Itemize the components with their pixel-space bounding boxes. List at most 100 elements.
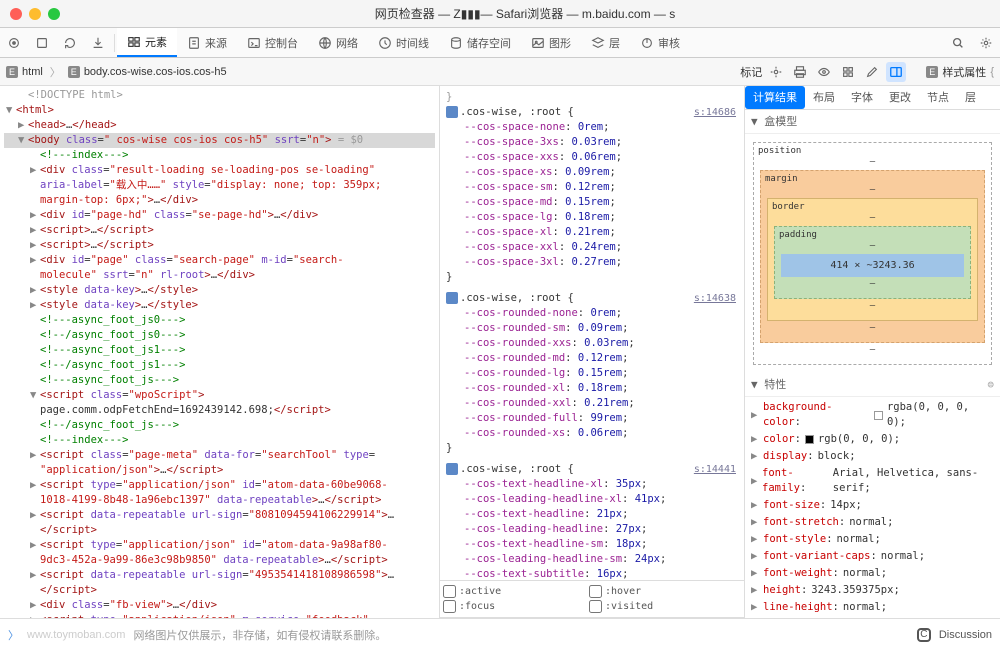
computed-prop-row[interactable]: ▶color rgb(0, 0, 0); <box>751 431 994 448</box>
source-link[interactable]: s:14441 <box>694 462 736 477</box>
console-prompt-icon[interactable]: 〉 <box>8 627 19 643</box>
dom-line[interactable]: <!---async_foot_js0---> <box>4 313 435 328</box>
edit-icon[interactable] <box>862 62 882 82</box>
computed-tabs: 计算结果 布局 字体 更改 节点 层 <box>745 86 1000 110</box>
crumb-html[interactable]: html <box>22 66 43 78</box>
css-rule[interactable]: .cos-wise, :root { s:14638--cos-rounded-… <box>446 291 738 456</box>
computed-prop-row[interactable]: ▶font-style normal; <box>751 531 994 548</box>
dom-line[interactable]: ▶<script type="application/json" id="ato… <box>4 538 435 553</box>
dom-line[interactable]: </script> <box>4 523 435 538</box>
tab-storage[interactable]: 储存空间 <box>439 28 521 57</box>
dom-line[interactable]: ▶<div class="fb-view">…</div> <box>4 598 435 613</box>
print-icon[interactable] <box>790 62 810 82</box>
dom-line[interactable]: page.comm.odpFetchEnd=1692439142.698;</s… <box>4 403 435 418</box>
computed-prop-row[interactable]: ▶font-weight normal; <box>751 565 994 582</box>
close-window-icon[interactable] <box>10 8 22 20</box>
dom-line[interactable]: ▶<div class="result-loading se-loading-p… <box>4 163 435 178</box>
source-link[interactable]: s:14686 <box>694 105 736 120</box>
dom-line[interactable]: <!--/async_foot_js0---> <box>4 328 435 343</box>
tab-audit[interactable]: 审核 <box>630 28 690 57</box>
dom-line[interactable]: <!---index---> <box>4 148 435 163</box>
download-icon[interactable] <box>84 30 112 56</box>
element-badge: E <box>68 66 80 78</box>
settings-gear-icon[interactable] <box>972 30 1000 56</box>
tab-changes[interactable]: 更改 <box>881 86 919 109</box>
dom-line[interactable]: "application/json">…</script> <box>4 463 435 478</box>
pseudo-hover[interactable]: :hover <box>589 584 735 599</box>
dom-line[interactable]: ▶<div id="page" class="search-page" m-id… <box>4 253 435 268</box>
search-icon[interactable] <box>944 30 972 56</box>
grid-icon[interactable] <box>838 62 858 82</box>
computed-prop-row[interactable]: ▶line-height normal; <box>751 599 994 616</box>
dom-line[interactable]: ▶<script data-repeatable url-sign="49535… <box>4 568 435 583</box>
tab-computed[interactable]: 计算结果 <box>745 86 805 109</box>
tab-node[interactable]: 节点 <box>919 86 957 109</box>
discussion-icon[interactable]: C <box>917 628 931 642</box>
pseudo-visited[interactable]: :visited <box>589 599 735 614</box>
dom-line[interactable]: ▼<body class=" cos-wise cos-ios cos-h5" … <box>4 133 435 148</box>
tab-graphics[interactable]: 图形 <box>521 28 581 57</box>
dom-line[interactable]: <!--/async_foot_js1---> <box>4 358 435 373</box>
tab-timeline[interactable]: 时间线 <box>368 28 439 57</box>
css-rule[interactable]: .cos-wise, :root { s:14686--cos-space-no… <box>446 105 738 285</box>
box-model[interactable]: position – margin – border – padding – 4… <box>745 134 1000 373</box>
computed-prop-row[interactable]: ▶display block; <box>751 448 994 465</box>
crumb-body[interactable]: body.cos-wise.cos-ios.cos-h5 <box>84 66 227 78</box>
dom-tree-panel[interactable]: <!DOCTYPE html>▼<html>▶<head>…</head>▼<b… <box>0 86 440 644</box>
computed-prop-row[interactable]: ▶height 3243.359375px; <box>751 582 994 599</box>
dom-line[interactable]: ▼<html> <box>4 103 435 118</box>
tab-layer[interactable]: 层 <box>957 86 984 109</box>
maximize-window-icon[interactable] <box>48 8 60 20</box>
device-icon[interactable] <box>28 30 56 56</box>
dom-line[interactable]: ▶<style data-key>…</style> <box>4 298 435 313</box>
reload-icon[interactable] <box>56 30 84 56</box>
computed-prop-row[interactable]: ▶font-stretch normal; <box>751 514 994 531</box>
dom-line[interactable]: aria-label="载入中……" style="display: none;… <box>4 178 435 193</box>
dom-line[interactable]: 9dc3-452a-9a99-86e3c98b9850" data-repeat… <box>4 553 435 568</box>
dom-line[interactable]: <!DOCTYPE html> <box>4 88 435 103</box>
dom-line[interactable]: ▶<script type="application/json" id="ato… <box>4 478 435 493</box>
dom-line[interactable]: ▶<script data-repeatable url-sign="80810… <box>4 508 435 523</box>
styles-header: 样式属性 <box>942 64 986 80</box>
tab-console[interactable]: 控制台 <box>237 28 308 57</box>
target-icon[interactable] <box>0 30 28 56</box>
dom-line[interactable]: margin-top: 6px;">…</div> <box>4 193 435 208</box>
dom-line[interactable]: molecule" ssrt="n" rl-root>…</div> <box>4 268 435 283</box>
dom-line[interactable]: ▶<script class="page-meta" data-for="sea… <box>4 448 435 463</box>
tab-elements[interactable]: 元素 <box>117 28 177 57</box>
computed-prop-row[interactable]: ▶font-size 14px; <box>751 497 994 514</box>
minimize-window-icon[interactable] <box>29 8 41 20</box>
computed-prop-row[interactable]: ▶font-variant-caps normal; <box>751 548 994 565</box>
tab-layers[interactable]: 层 <box>581 28 630 57</box>
dom-line[interactable]: ▶<div id="page-hd" class="se-page-hd">…<… <box>4 208 435 223</box>
dom-line[interactable]: ▶<script>…</script> <box>4 238 435 253</box>
computed-prop-row[interactable]: ▶background-color rgba(0, 0, 0, 0); <box>751 399 994 431</box>
dom-line[interactable]: <!---index---> <box>4 433 435 448</box>
tab-sources[interactable]: 来源 <box>177 28 237 57</box>
dom-line[interactable]: 1018-4199-8b48-1a96ebc1397" data-repeata… <box>4 493 435 508</box>
eye-icon[interactable] <box>814 62 834 82</box>
css-rule[interactable]: .cos-wise, :root { s:14441--cos-text-hea… <box>446 462 738 580</box>
dom-line[interactable]: </script> <box>4 583 435 598</box>
source-link[interactable]: s:14638 <box>694 291 736 306</box>
dom-line[interactable]: ▼<script class="wpoScript"> <box>4 388 435 403</box>
tab-label: 审核 <box>658 35 680 51</box>
tab-network[interactable]: 网络 <box>308 28 368 57</box>
dom-line[interactable]: ▶<head>…</head> <box>4 118 435 133</box>
dom-line[interactable]: <!--/async_foot_js---> <box>4 418 435 433</box>
pseudo-active[interactable]: :active <box>443 584 589 599</box>
tab-layout[interactable]: 布局 <box>805 86 843 109</box>
settings-icon[interactable] <box>766 62 786 82</box>
tab-label: 控制台 <box>265 35 298 51</box>
discussion-label[interactable]: Discussion <box>939 629 992 641</box>
pseudo-focus[interactable]: :focus <box>443 599 589 614</box>
computed-props-list[interactable]: ▶background-color rgba(0, 0, 0, 0);▶colo… <box>745 397 1000 618</box>
dom-line[interactable]: ▶<style data-key>…</style> <box>4 283 435 298</box>
computed-prop-row[interactable]: ▶font-family Arial, Helvetica, sans-seri… <box>751 465 994 497</box>
styles-rules[interactable]: }.cos-wise, :root { s:14686--cos-space-n… <box>440 86 744 580</box>
dom-line[interactable]: <!---async_foot_js---> <box>4 373 435 388</box>
tab-fonts[interactable]: 字体 <box>843 86 881 109</box>
sidebar-toggle-icon[interactable] <box>886 62 906 82</box>
dom-line[interactable]: ▶<script>…</script> <box>4 223 435 238</box>
dom-line[interactable]: <!---async_foot_js1---> <box>4 343 435 358</box>
